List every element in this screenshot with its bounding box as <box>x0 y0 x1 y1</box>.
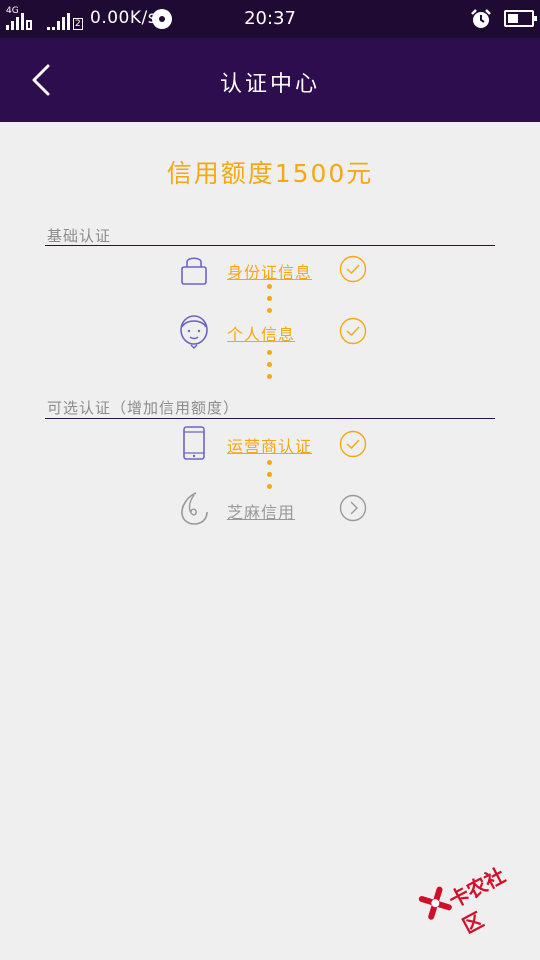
connector-dot <box>267 308 272 313</box>
auth-item-label[interactable]: 身份证信息 <box>227 259 312 283</box>
connector-dot <box>267 350 272 355</box>
person-icon <box>180 315 208 349</box>
credit-limit: 信用额度1500元 <box>166 159 374 188</box>
connector-dot <box>267 460 272 465</box>
page-title: 认证中心 <box>219 72 320 97</box>
clock-time: 20:37 <box>244 8 296 29</box>
status-bar: 4G 2 0.00K/s 20:37 <box>0 0 540 38</box>
chevron-right-icon[interactable] <box>339 494 367 522</box>
connector-dot <box>267 484 272 489</box>
alarm-clock-icon <box>471 9 491 28</box>
connector-dot <box>267 284 272 289</box>
connector-dot <box>267 374 272 379</box>
watermark-text: 卡农社区 <box>444 863 510 939</box>
watermark: 卡农社区 <box>410 838 526 938</box>
battery-icon <box>504 10 537 27</box>
connector-dot <box>267 296 272 301</box>
sesame-icon <box>181 492 208 525</box>
lock-icon <box>181 257 207 285</box>
check-icon[interactable] <box>339 255 367 283</box>
section-title-basic: 基础认证 <box>47 227 112 245</box>
section-divider-basic <box>45 245 495 246</box>
connector-dot <box>267 362 272 367</box>
phone-icon <box>183 426 205 460</box>
check-icon[interactable] <box>339 430 367 458</box>
auth-item-label[interactable]: 个人信息 <box>227 321 295 345</box>
auth-item-label[interactable]: 运营商认证 <box>227 433 312 457</box>
connector-dot <box>267 472 272 477</box>
check-icon[interactable] <box>339 317 367 345</box>
section-divider-optional <box>45 418 495 419</box>
app-header: 认证中心 <box>0 38 540 122</box>
section-title-optional: 可选认证（增加信用额度） <box>47 399 240 417</box>
auth-item-label[interactable]: 芝麻信用 <box>227 499 295 523</box>
